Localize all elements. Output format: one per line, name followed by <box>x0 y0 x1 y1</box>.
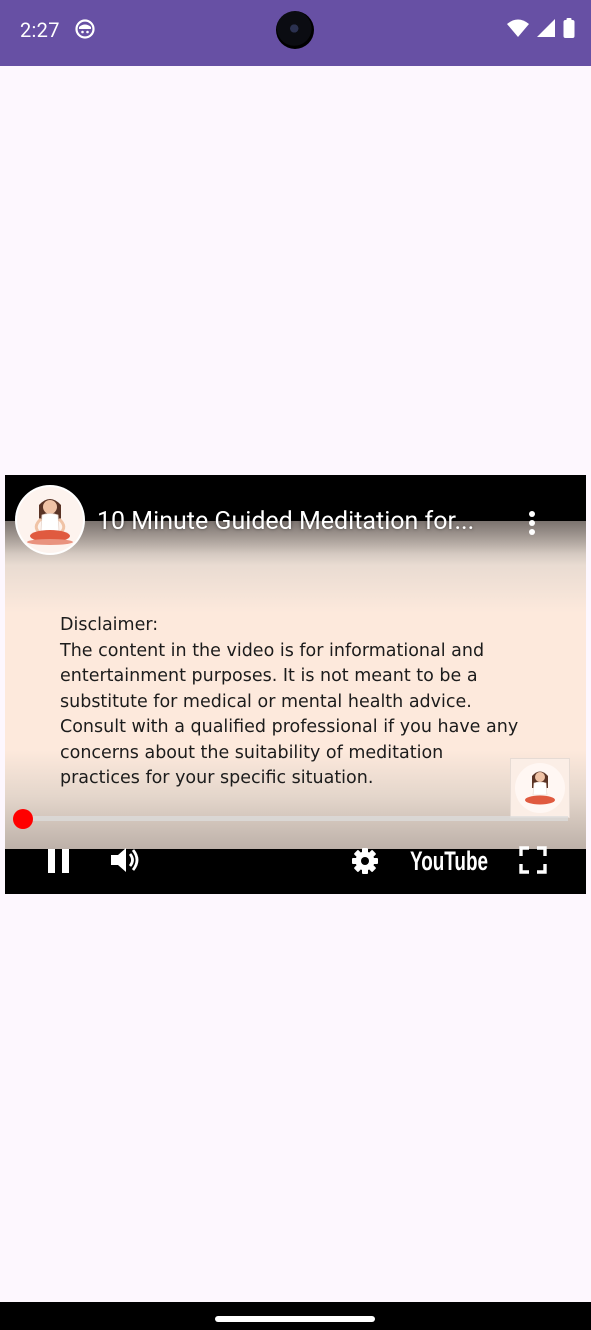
status-bar: 2:27 <box>0 0 591 66</box>
status-icons <box>507 18 575 42</box>
progress-bar[interactable] <box>23 816 568 821</box>
disclaimer-line: Consult with a qualified professional if… <box>60 717 519 737</box>
volume-icon <box>111 848 139 872</box>
meditation-figure-icon <box>17 487 83 553</box>
disclaimer-line: Disclaimer: <box>60 615 159 635</box>
youtube-player[interactable]: Disclaimer: The content in the video is … <box>5 475 586 894</box>
wifi-icon <box>507 18 529 42</box>
fullscreen-button[interactable] <box>518 844 548 880</box>
more-options-button[interactable] <box>522 509 542 537</box>
disclaimer-line: substitute for medical or mental health … <box>60 691 472 712</box>
battery-icon <box>563 18 575 42</box>
disclaimer-line: The content in the video is for informat… <box>60 640 485 661</box>
camera-cutout <box>276 11 314 49</box>
pause-icon <box>48 849 69 873</box>
video-title[interactable]: 10 Minute Guided Meditation for... <box>97 507 507 536</box>
navigation-bar <box>0 1302 591 1330</box>
app-notification-icon <box>74 18 96 40</box>
disclaimer-line: practices for your specific situation. <box>60 768 374 788</box>
volume-button[interactable] <box>109 844 145 880</box>
fullscreen-icon <box>519 846 547 874</box>
channel-avatar[interactable] <box>15 485 85 555</box>
home-gesture-handle[interactable] <box>215 1316 375 1322</box>
player-controls: YouTube <box>5 839 586 894</box>
disclaimer-line: entertainment purposes. It is not meant … <box>60 666 478 686</box>
more-vert-icon <box>529 511 535 535</box>
youtube-logo-text: YouTube <box>410 846 488 876</box>
disclaimer-line: concerns about the suitability of medita… <box>60 742 444 763</box>
status-time: 2:27 <box>20 18 60 42</box>
video-frame[interactable]: Disclaimer: The content in the video is … <box>5 521 586 849</box>
settings-button[interactable] <box>349 844 381 880</box>
disclaimer-text: Disclaimer: The content in the video is … <box>60 613 560 792</box>
youtube-logo-icon: YouTube <box>410 846 488 876</box>
cell-signal-icon <box>537 18 555 42</box>
gear-icon <box>352 848 378 874</box>
pause-button[interactable] <box>45 844 73 880</box>
meditation-watermark-icon <box>515 763 565 813</box>
progress-scrubber[interactable] <box>13 809 33 829</box>
youtube-logo-button[interactable]: YouTube <box>410 843 490 881</box>
channel-watermark[interactable] <box>510 758 570 818</box>
